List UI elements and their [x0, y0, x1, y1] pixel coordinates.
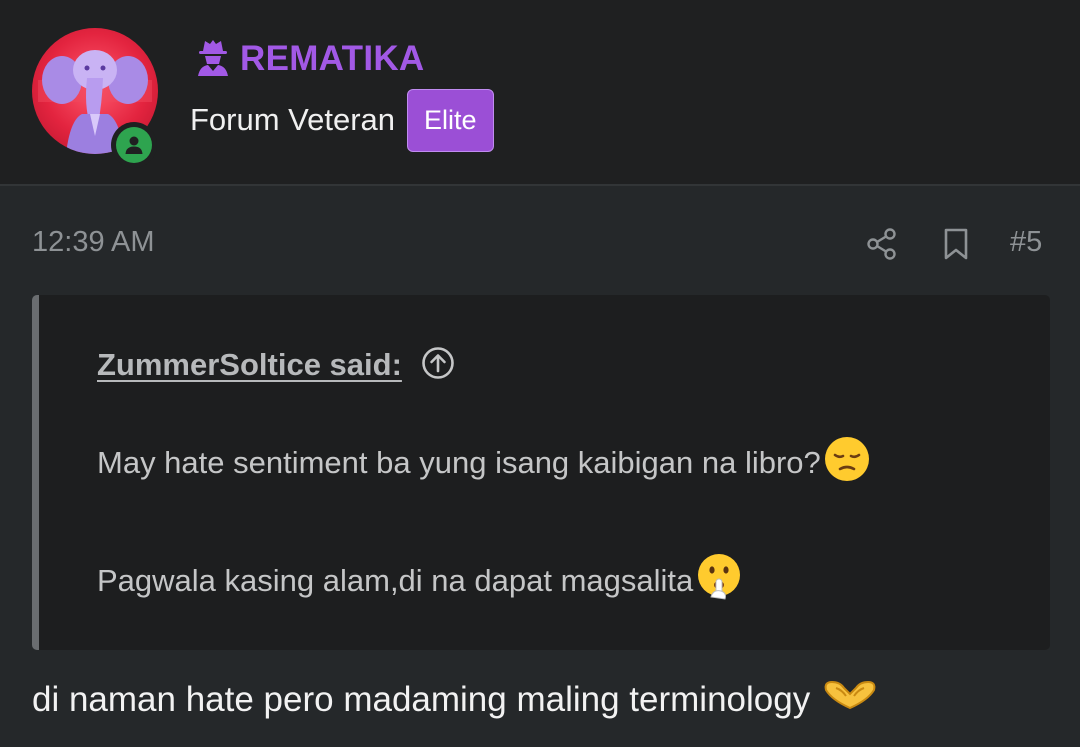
quote-block: ZummerSoltice said: May hate sentiment b… — [32, 295, 1050, 650]
user-title: Forum Veteran — [190, 102, 396, 137]
post-timestamp[interactable]: 12:39 AM — [32, 226, 155, 259]
heart-hands-emoji — [822, 678, 878, 721]
post-body: di naman hate pero madaming maling termi… — [32, 678, 878, 721]
quote-text-line: May hate sentiment ba yung isang kaibiga… — [97, 435, 871, 491]
username-row: REMATIKA — [196, 38, 425, 80]
quote-text: May hate sentiment ba yung isang kaibiga… — [97, 445, 821, 480]
quote-author-link[interactable]: ZummerSoltice said: — [97, 347, 402, 383]
share-icon[interactable] — [864, 226, 900, 262]
user-online-icon — [116, 127, 152, 163]
quote-header: ZummerSoltice said: — [97, 343, 456, 387]
post-meta-row: 12:39 AM #5 — [0, 218, 1080, 268]
user-title-row: Forum Veteran Elite — [190, 88, 494, 152]
quote-text-line: Pagwala kasing alam,di na dapat magsalit… — [97, 553, 743, 609]
quote-text: Pagwala kasing alam,di na dapat magsalit… — [97, 563, 694, 598]
arrow-up-circle-icon[interactable] — [420, 345, 456, 385]
bookmark-icon[interactable] — [940, 226, 972, 262]
username[interactable]: REMATIKA — [240, 39, 425, 79]
post-user-header: REMATIKA Forum Veteran Elite — [0, 0, 1080, 186]
online-status-badge — [111, 122, 157, 168]
post-body-text: di naman hate pero madaming maling termi… — [32, 679, 811, 719]
user-banner-badge: Elite — [407, 88, 494, 152]
shushing-face-emoji — [695, 553, 743, 609]
detective-icon — [196, 38, 230, 80]
pensive-face-emoji — [823, 435, 871, 491]
forum-post: REMATIKA Forum Veteran Elite 12:39 AM #5 — [0, 0, 1080, 747]
post-number-link[interactable]: #5 — [1010, 226, 1042, 259]
